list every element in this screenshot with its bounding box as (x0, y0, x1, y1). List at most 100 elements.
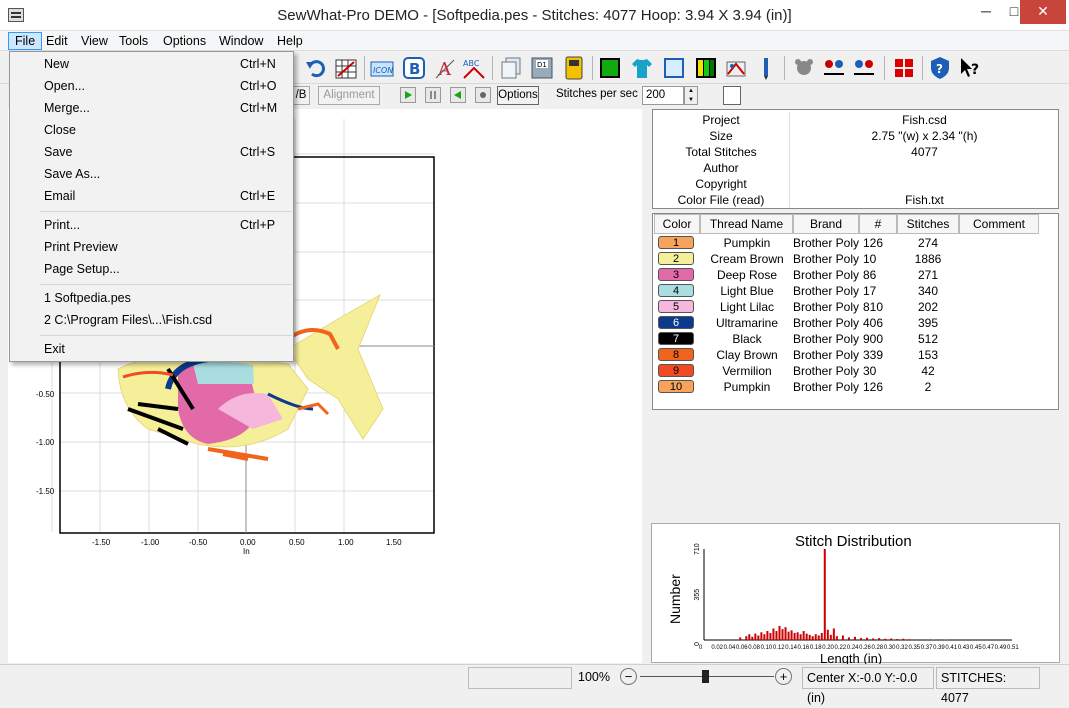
thread-row[interactable]: 7BlackBrother Poly900512 (653, 331, 1058, 347)
x-tick-label: 0.41 (945, 645, 957, 651)
red-squares-icon[interactable] (892, 56, 916, 80)
thread-row[interactable]: 8Clay BrownBrother Poly339153 (653, 347, 1058, 363)
menu-file[interactable]: File (8, 32, 42, 50)
col-header-stitches[interactable]: Stitches (897, 214, 959, 234)
thread-row[interactable]: 5Light LilacBrother Poly810202 (653, 299, 1058, 315)
file-menu-item[interactable]: Print Preview (11, 237, 292, 258)
bold-b-icon[interactable]: B (402, 56, 426, 80)
thread-stitches: 395 (897, 315, 959, 331)
zoom-out-button[interactable]: − (620, 668, 637, 685)
col-header-comment[interactable]: Comment (959, 214, 1039, 234)
file-menu-item[interactable]: EmailCtrl+E (11, 186, 292, 207)
copy-pages-icon[interactable] (500, 56, 524, 80)
x-tick-label: 0.47 (982, 645, 994, 651)
color-swatch[interactable]: 2 (658, 252, 694, 265)
thread-row[interactable]: 2Cream BrownBrother Poly101886 (653, 251, 1058, 267)
menu-help[interactable]: Help (271, 32, 309, 50)
x-tick-label: 0.39 (933, 645, 945, 651)
color-swatch-box[interactable] (723, 86, 741, 105)
x-tick-label: 0.14 (785, 645, 797, 651)
menu-view[interactable]: View (75, 32, 114, 50)
color-swatch[interactable]: 4 (658, 284, 694, 297)
text-icon[interactable]: A (434, 56, 458, 80)
reverse-button[interactable] (450, 87, 466, 103)
merge-colors-icon[interactable] (852, 56, 876, 80)
menu-item-shortcut: Ctrl+M (240, 98, 277, 119)
undo-icon[interactable] (304, 56, 328, 80)
zoom-slider-thumb[interactable] (702, 670, 709, 683)
close-button[interactable]: ✕ (1020, 0, 1066, 24)
thread-number: 86 (861, 267, 891, 283)
color-swatch[interactable]: 7 (658, 332, 694, 345)
color-swatch[interactable]: 3 (658, 268, 694, 281)
color-swatch[interactable]: 6 (658, 316, 694, 329)
menu-tools[interactable]: Tools (113, 32, 154, 50)
split-colors-icon[interactable] (822, 56, 846, 80)
color-swatch[interactable]: 8 (658, 348, 694, 361)
pause-button[interactable] (425, 87, 441, 103)
menu-window[interactable]: Window (213, 32, 269, 50)
x-tick-label: 0.50 (289, 538, 305, 547)
spin-arrows[interactable]: ▲▼ (684, 86, 698, 105)
green-square-icon[interactable] (598, 56, 622, 80)
col-header-number[interactable]: # (859, 214, 897, 234)
zoom-in-button[interactable]: + (775, 668, 792, 685)
minimize-button[interactable]: ─ (972, 0, 1000, 24)
d1-disk-icon[interactable]: D1 (530, 56, 554, 80)
col-header-color[interactable]: Color (654, 214, 700, 234)
col-header-brand[interactable]: Brand (793, 214, 859, 234)
grid-icon[interactable] (334, 56, 358, 80)
chart-bar (902, 639, 904, 640)
chart-bar (775, 631, 777, 640)
abc-lettering-icon[interactable]: ABC (462, 56, 486, 80)
color-swatch[interactable]: 9 (658, 364, 694, 377)
menu-item-label: 1 Softpedia.pes (44, 288, 131, 309)
stop-button[interactable] (475, 87, 491, 103)
file-menu-item[interactable]: Open...Ctrl+O (11, 76, 292, 97)
thread-name: Light Lilac (699, 299, 795, 315)
file-menu-item[interactable]: Exit (11, 339, 292, 360)
stitches-per-sec-input[interactable]: 200 (642, 86, 684, 105)
thread-row[interactable]: 4Light BlueBrother Poly17340 (653, 283, 1058, 299)
alignment-button[interactable]: Alignment (318, 86, 380, 105)
file-menu-item[interactable]: Print...Ctrl+P (11, 215, 292, 236)
play-button[interactable] (400, 87, 416, 103)
file-menu-item[interactable]: 2 C:\Program Files\...\Fish.csd (11, 310, 292, 331)
thread-row[interactable]: 9VermilionBrother Poly3042 (653, 363, 1058, 379)
x-tick-label: 0.02 (711, 645, 723, 651)
wb-button[interactable]: /B (292, 86, 310, 105)
bear-icon[interactable] (792, 56, 816, 80)
file-menu-item[interactable]: Save As... (11, 164, 292, 185)
device-icon[interactable] (562, 56, 586, 80)
file-menu-item[interactable]: 1 Softpedia.pes (11, 288, 292, 309)
options-button[interactable]: Options (497, 86, 539, 105)
palette-colors-icon[interactable] (694, 56, 718, 80)
color-swatch[interactable]: 1 (658, 236, 694, 249)
file-menu-item[interactable]: Merge...Ctrl+M (11, 98, 292, 119)
svg-text:?: ? (971, 62, 979, 78)
color-swatch[interactable]: 10 (658, 380, 694, 393)
thread-name: Clay Brown (699, 347, 795, 363)
thread-spools-icon[interactable] (724, 56, 748, 80)
hoop-frame-icon[interactable] (662, 56, 686, 80)
thread-row[interactable]: 10PumpkinBrother Poly1262 (653, 379, 1058, 395)
thread-row[interactable]: 1PumpkinBrother Poly126274 (653, 235, 1058, 251)
icon-view-icon[interactable]: ICON (370, 56, 394, 80)
help-shield-icon[interactable]: ? (928, 56, 952, 80)
file-menu-item[interactable]: SaveCtrl+S (11, 142, 292, 163)
context-help-icon[interactable]: ? (958, 56, 982, 80)
file-menu-item[interactable]: Page Setup... (11, 259, 292, 280)
col-header-thread-name[interactable]: Thread Name (700, 214, 793, 234)
chart-bar (848, 637, 850, 640)
menu-options[interactable]: Options (157, 32, 212, 50)
needle-icon[interactable] (754, 56, 778, 80)
menu-edit[interactable]: Edit (40, 32, 74, 50)
thread-row[interactable]: 6UltramarineBrother Poly406395 (653, 315, 1058, 331)
file-menu-item[interactable]: NewCtrl+N (11, 54, 292, 75)
x-tick-label: 0.12 (773, 645, 785, 651)
color-swatch[interactable]: 5 (658, 300, 694, 313)
file-menu-item[interactable]: Close (11, 120, 292, 141)
shirt-icon[interactable] (630, 56, 654, 80)
info-row-size: Size2.75 "(w) x 2.34 "(h) (653, 128, 1058, 144)
thread-row[interactable]: 3Deep RoseBrother Poly86271 (653, 267, 1058, 283)
